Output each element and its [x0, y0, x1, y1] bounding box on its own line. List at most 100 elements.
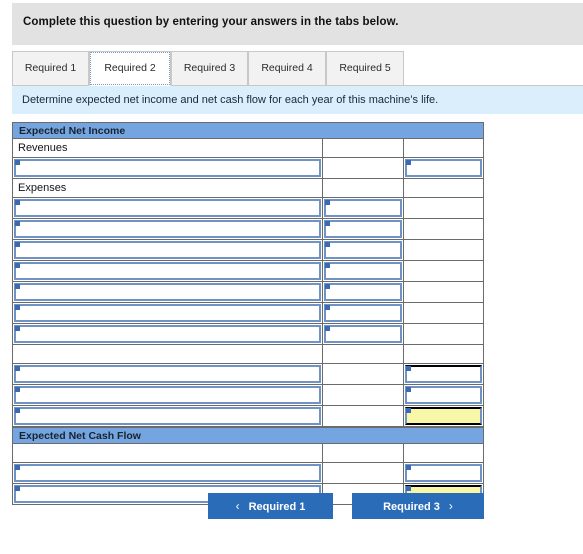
expense-amount-input[interactable] — [324, 262, 402, 280]
expense-description-input[interactable] — [14, 262, 321, 280]
table-row-spacer — [12, 345, 484, 364]
tab-required-2[interactable]: Required 2 — [89, 51, 171, 86]
tab-required-4[interactable]: Required 4 — [248, 51, 326, 86]
cell-amount-1 — [323, 364, 404, 385]
net-income-total-amount-input[interactable] — [405, 407, 482, 425]
net-income-subtotal-amount-field[interactable] — [407, 367, 480, 381]
cell-amount-2 — [404, 261, 484, 282]
expense-description-input[interactable] — [14, 304, 321, 322]
expense-amount-input[interactable] — [324, 241, 402, 259]
cell-amount-2 — [404, 385, 484, 406]
cash-flow-description-input[interactable] — [14, 464, 321, 482]
requirement-text: Determine expected net income and net ca… — [22, 94, 439, 106]
expense-amount-input[interactable] — [324, 283, 402, 301]
revenue-amount-input[interactable] — [405, 159, 482, 177]
table-row-expense-entry — [12, 282, 484, 303]
section-header-net-cash-flow: Expected Net Cash Flow — [12, 427, 484, 444]
expense-amount-field[interactable] — [326, 306, 400, 320]
cell-amount-1 — [323, 345, 404, 364]
answer-worksheet: Expected Net Income Revenues Expenses Ex… — [12, 122, 484, 505]
expense-description-input[interactable] — [14, 283, 321, 301]
cell-amount-2 — [404, 463, 484, 484]
expense-description-field[interactable] — [16, 327, 319, 341]
table-row-expense-entry — [12, 324, 484, 345]
label-revenues: Revenues — [18, 142, 68, 154]
table-row-net-income-subtotal — [12, 364, 484, 385]
table-row-revenue-entry — [12, 158, 484, 179]
cell-description — [12, 463, 323, 484]
net-income-deduction-amount-input[interactable] — [405, 386, 482, 404]
expense-amount-input[interactable] — [324, 304, 402, 322]
cell-description — [12, 406, 323, 427]
net-income-deduction-description-field[interactable] — [16, 388, 319, 402]
requirement-navigation: ‹ Required 1 Required 3 › — [0, 493, 583, 519]
cell-amount-1 — [323, 282, 404, 303]
table-row-expense-entry — [12, 261, 484, 282]
cash-flow-amount-field[interactable] — [407, 466, 480, 480]
expense-description-field[interactable] — [16, 243, 319, 257]
table-row-expense-entry — [12, 219, 484, 240]
expense-amount-field[interactable] — [326, 285, 400, 299]
cell-description — [12, 444, 323, 463]
expense-description-field[interactable] — [16, 201, 319, 215]
expense-amount-input[interactable] — [324, 220, 402, 238]
table-row-net-income-deduction — [12, 385, 484, 406]
revenue-amount-field[interactable] — [407, 161, 480, 175]
expense-amount-field[interactable] — [326, 264, 400, 278]
expense-amount-field[interactable] — [326, 327, 400, 341]
expense-description-input[interactable] — [14, 241, 321, 259]
cell-description — [12, 198, 323, 219]
expense-description-field[interactable] — [16, 264, 319, 278]
tab-required-3[interactable]: Required 3 — [171, 51, 248, 86]
cell-description — [12, 219, 323, 240]
expense-description-field[interactable] — [16, 306, 319, 320]
revenue-description-field[interactable] — [16, 161, 319, 175]
cash-flow-description-field[interactable] — [16, 466, 319, 480]
net-income-total-description-field[interactable] — [16, 409, 319, 423]
requirement-description: Determine expected net income and net ca… — [12, 86, 583, 114]
expense-description-field[interactable] — [16, 222, 319, 236]
tab-required-1[interactable]: Required 1 — [12, 51, 89, 86]
tab-required-5[interactable]: Required 5 — [326, 51, 404, 86]
expense-amount-input[interactable] — [324, 199, 402, 217]
expense-description-input[interactable] — [14, 199, 321, 217]
net-income-subtotal-description-field[interactable] — [16, 367, 319, 381]
cell-amount-2 — [404, 158, 484, 179]
net-income-deduction-description-input[interactable] — [14, 386, 321, 404]
cell-amount-2 — [404, 303, 484, 324]
expense-amount-field[interactable] — [326, 243, 400, 257]
cell-amount-2 — [404, 444, 484, 463]
table-row-expense-entry — [12, 198, 484, 219]
cell-description — [12, 324, 323, 345]
cell-amount-2 — [404, 406, 484, 427]
question-instruction: Complete this question by entering your … — [23, 16, 399, 28]
net-income-deduction-amount-field[interactable] — [407, 388, 480, 402]
section-header-net-cash-flow-label: Expected Net Cash Flow — [19, 429, 141, 442]
expense-description-input[interactable] — [14, 220, 321, 238]
revenue-description-input[interactable] — [14, 159, 321, 177]
next-requirement-button[interactable]: Required 3 › — [352, 493, 484, 519]
cell-amount-2 — [404, 219, 484, 240]
cell-amount-2 — [404, 324, 484, 345]
net-income-subtotal-amount-input[interactable] — [405, 365, 482, 383]
cell-amount-1 — [323, 261, 404, 282]
expense-amount-input[interactable] — [324, 325, 402, 343]
requirement-tabs: Required 1 Required 2 Required 3 Require… — [12, 51, 583, 86]
section-header-net-income: Expected Net Income — [12, 122, 484, 139]
cash-flow-amount-input[interactable] — [405, 464, 482, 482]
expense-amount-field[interactable] — [326, 201, 400, 215]
cell-amount-2 — [404, 345, 484, 364]
cell-description — [12, 303, 323, 324]
table-row-expenses-label: Expenses — [12, 179, 484, 198]
expense-description-field[interactable] — [16, 285, 319, 299]
section-header-net-income-label: Expected Net Income — [19, 124, 126, 137]
expense-amount-field[interactable] — [326, 222, 400, 236]
chevron-right-icon: › — [448, 499, 453, 513]
table-row-revenues-label: Revenues — [12, 139, 484, 158]
cell-amount-1 — [323, 385, 404, 406]
prev-requirement-button[interactable]: ‹ Required 1 — [208, 493, 333, 519]
expense-description-input[interactable] — [14, 325, 321, 343]
net-income-total-amount-field[interactable] — [407, 409, 480, 423]
net-income-subtotal-description-input[interactable] — [14, 365, 321, 383]
net-income-total-description-input[interactable] — [14, 407, 321, 425]
